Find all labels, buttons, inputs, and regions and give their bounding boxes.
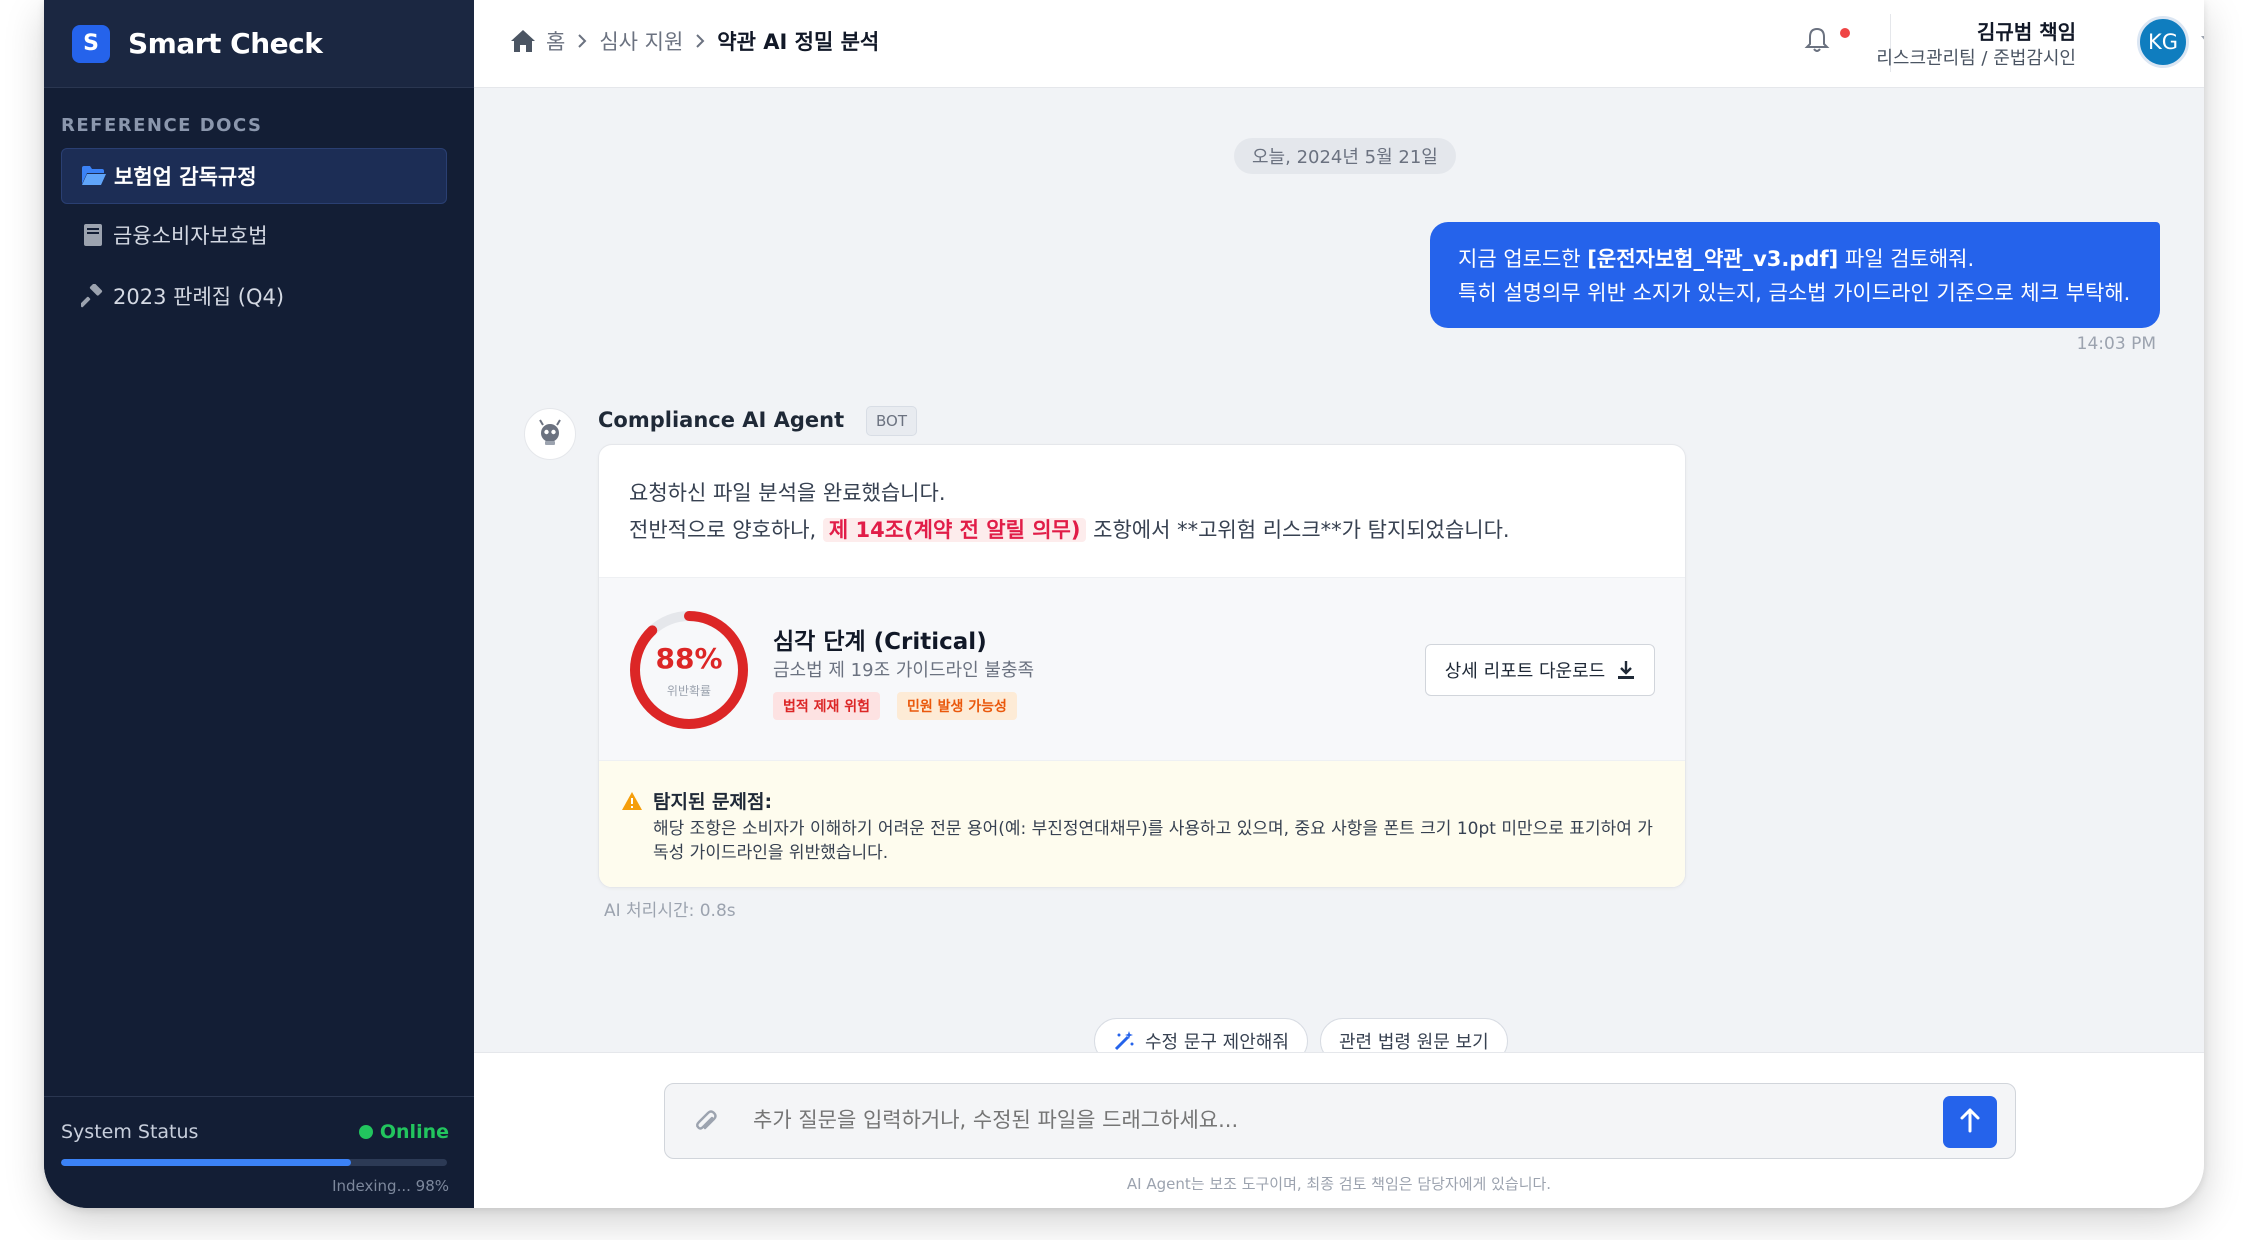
user-message-time: 14:03 PM	[2076, 334, 2156, 354]
bell-icon[interactable]	[1804, 26, 1834, 56]
chip-label: 관련 법령 원문 보기	[1339, 1032, 1489, 1053]
sidebar-item-label: 금융소비자보호법	[113, 224, 268, 248]
online-text: Online	[379, 1121, 449, 1143]
app-window: S Smart Check REFERENCE DOCS 보험업 감독규정 금융…	[44, 0, 2204, 1208]
system-status-label: System Status	[61, 1121, 199, 1143]
bot-badge: BOT	[866, 406, 917, 436]
message-input-box[interactable]	[664, 1083, 2016, 1159]
send-button[interactable]	[1943, 1096, 1997, 1148]
highlighted-clause: 제 14조(계약 전 알릴 의무)	[822, 518, 1087, 542]
ai-processing-time: AI 처리시간: 0.8s	[604, 901, 736, 921]
user-message-bubble: 지금 업로드한 [운전자보험_약관_v3.pdf] 파일 검토해줘. 특히 설명…	[1430, 222, 2160, 328]
chat-area: 오늘, 2024년 5월 21일 지금 업로드한 [운전자보험_약관_v3.pd…	[474, 88, 2204, 1064]
user-name: 김규범 책임	[1977, 20, 2076, 44]
app-title: Smart Check	[128, 27, 323, 60]
top-bar: 홈 심사 지원 약관 AI 정밀 분석 김규범 책임 리스크관리팀 / 준법감시…	[474, 0, 2204, 88]
composer: AI Agent는 보조 도구이며, 최종 검토 책임은 담당자에게 있습니다.	[474, 1052, 2204, 1208]
ai-disclaimer: AI Agent는 보조 도구이며, 최종 검토 책임은 담당자에게 있습니다.	[1126, 1175, 1552, 1193]
avatar[interactable]: KG	[2137, 16, 2189, 68]
bot-avatar	[524, 408, 576, 460]
user-message-text: 파일 검토해줘.	[1838, 247, 1975, 271]
sidebar-header: S Smart Check	[44, 0, 474, 88]
chevron-right-icon	[577, 33, 587, 49]
chip-label: 수정 문구 제안해줘	[1145, 1032, 1289, 1053]
arrow-up-icon	[1959, 1107, 1981, 1137]
message-input[interactable]	[753, 1108, 1903, 1132]
download-icon	[1617, 660, 1635, 680]
risk-percent: 88%	[655, 642, 723, 675]
bot-message-line2: 전반적으로 양호하나, 제 14조(계약 전 알릴 의무) 조항에서 **고위험…	[629, 512, 1510, 549]
bot-message-card: 요청하신 파일 분석을 완료했습니다. 전반적으로 양호하나, 제 14조(계약…	[598, 444, 1686, 888]
breadcrumb-current: 약관 AI 정밀 분석	[717, 30, 880, 54]
warning-icon	[621, 791, 643, 815]
online-dot-icon	[358, 1125, 373, 1139]
tag-complaint-risk: 민원 발생 가능성	[897, 692, 1017, 720]
risk-title: 심각 단계 (Critical)	[773, 629, 987, 655]
user-message-text: 지금 업로드한	[1458, 247, 1588, 271]
sidebar-item-case-law-2023[interactable]: 2023 판례집 (Q4)	[61, 268, 447, 324]
app-logo: S	[72, 24, 110, 63]
issue-body: 해당 조항은 소비자가 이해하기 어려운 전문 용어(예: 부진정연대채무)를 …	[653, 819, 1653, 863]
bot-message-line1: 요청하신 파일 분석을 완료했습니다.	[629, 481, 946, 505]
sidebar-section-label: REFERENCE DOCS	[61, 115, 263, 136]
user-message-filename: [운전자보험_약관_v3.pdf]	[1587, 247, 1839, 271]
magic-wand-icon	[1113, 1030, 1135, 1052]
risk-subtitle: 금소법 제 19조 가이드라인 불충족	[773, 660, 1035, 681]
bot-message-text: 요청하신 파일 분석을 완료했습니다. 전반적으로 양호하나, 제 14조(계약…	[629, 475, 1510, 549]
robot-icon	[535, 417, 565, 451]
sidebar: S Smart Check REFERENCE DOCS 보험업 감독규정 금융…	[44, 0, 474, 1208]
system-status-value: Online	[358, 1121, 449, 1143]
detected-issue-panel: 탐지된 문제점: 해당 조항은 소비자가 이해하기 어려운 전문 용어(예: 부…	[599, 761, 1685, 887]
chevron-down-icon[interactable]	[2201, 36, 2204, 43]
paperclip-icon[interactable]	[693, 1108, 719, 1140]
bot-text: 전반적으로 양호하나,	[629, 518, 823, 542]
bot-name: Compliance AI Agent	[598, 408, 845, 432]
sidebar-item-label: 보험업 감독규정	[114, 165, 257, 189]
download-report-label: 상세 리포트 다운로드	[1444, 661, 1606, 682]
gavel-icon	[79, 282, 107, 310]
sidebar-item-label: 2023 판례집 (Q4)	[113, 285, 285, 309]
date-divider: 오늘, 2024년 5월 21일	[1234, 138, 1456, 174]
breadcrumb-home[interactable]: 홈	[546, 26, 565, 56]
breadcrumb: 홈 심사 지원 약관 AI 정밀 분석	[510, 26, 879, 56]
sidebar-item-consumer-protection-act[interactable]: 금융소비자보호법	[61, 207, 447, 263]
sidebar-item-insurance-regulation[interactable]: 보험업 감독규정	[61, 148, 447, 204]
notification-dot	[1840, 28, 1850, 38]
folder-open-icon	[80, 162, 108, 190]
indexing-progress-fill	[61, 1159, 351, 1166]
system-status-panel: System Status Online Indexing... 98%	[44, 1096, 474, 1208]
user-message-line1: 지금 업로드한 [운전자보험_약관_v3.pdf] 파일 검토해줘.	[1458, 242, 2132, 276]
bot-text: 조항에서 **고위험 리스크**가 탐지되었습니다.	[1086, 518, 1510, 542]
tag-legal-sanction: 법적 제재 위험	[773, 692, 881, 720]
user-team: 리스크관리팀 / 준법감시인	[1876, 48, 2076, 69]
home-icon[interactable]	[510, 29, 536, 53]
chevron-right-icon	[695, 33, 705, 49]
user-message-line2: 특히 설명의무 위반 소지가 있는지, 금소법 가이드라인 기준으로 체크 부탁…	[1458, 281, 2131, 305]
indexing-text: Indexing... 98%	[332, 1177, 449, 1195]
indexing-progress-bar	[61, 1159, 447, 1166]
issue-title: 탐지된 문제점:	[653, 791, 773, 813]
risk-summary-panel: 88% 위반확률 심각 단계 (Critical) 금소법 제 19조 가이드라…	[599, 577, 1685, 761]
risk-gauge-label: 위반확률	[666, 684, 712, 698]
book-icon	[79, 221, 107, 249]
breadcrumb-parent[interactable]: 심사 지원	[599, 26, 683, 56]
download-report-button[interactable]: 상세 리포트 다운로드	[1425, 644, 1655, 696]
